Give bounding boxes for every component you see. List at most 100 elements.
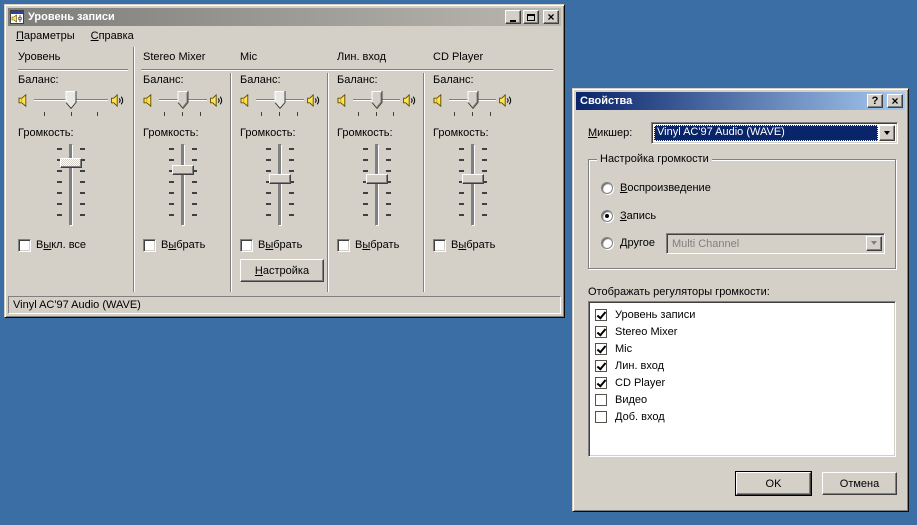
mixer-dropdown-button[interactable] (879, 125, 895, 141)
checkbox-label: Выкл. все (36, 239, 86, 251)
maximize-button[interactable] (523, 10, 539, 24)
speaker-loud-icon (403, 94, 416, 107)
balance-thumb[interactable] (66, 91, 77, 109)
radio-label: Другое (620, 237, 655, 249)
item-checkbox[interactable] (595, 411, 607, 423)
balance-slider[interactable] (328, 88, 424, 112)
maximize-icon (527, 14, 535, 21)
mixer-panel: Уровень Баланс: Громкость: (8, 45, 561, 294)
volume-thumb[interactable] (172, 165, 194, 175)
balance-label: Баланс: (231, 74, 328, 86)
volume-track[interactable] (181, 144, 185, 226)
volume-label: Громкость: (8, 127, 134, 139)
item-checkbox[interactable] (595, 309, 607, 321)
dialog-titlebar[interactable]: Свойства ? × (576, 92, 905, 110)
status-bar: Vinyl AC'97 Audio (WAVE) (8, 296, 561, 314)
volume-slider[interactable] (424, 144, 561, 228)
volume-track[interactable] (375, 144, 379, 226)
volume-slider[interactable] (8, 144, 134, 228)
balance-track[interactable] (353, 99, 400, 101)
select-row: Выбрать (328, 238, 424, 252)
column-separator (423, 73, 425, 292)
balance-label: Баланс: (328, 74, 424, 86)
volume-track[interactable] (278, 144, 282, 226)
volume-slider[interactable] (231, 144, 328, 228)
list-item[interactable]: Stereo Mixer (595, 323, 895, 340)
volume-track[interactable] (69, 144, 73, 226)
volume-ticks-left (459, 148, 464, 222)
mixer-channel-level: Уровень Баланс: Громкость: (8, 45, 134, 294)
menu-item-options[interactable]: Параметры (8, 27, 83, 45)
item-checkbox[interactable] (595, 326, 607, 338)
column-separator (230, 73, 232, 292)
volume-label: Громкость: (134, 127, 231, 139)
volume-controls-label: Отображать регуляторы громкости: (588, 286, 905, 298)
list-item[interactable]: Mic (595, 340, 895, 357)
radio-other[interactable] (601, 237, 613, 249)
balance-slider[interactable] (134, 88, 231, 112)
channel-title: Уровень (8, 45, 134, 63)
close-button[interactable]: × (543, 10, 559, 24)
radio-row-other: Другое Multi Channel (601, 235, 895, 251)
help-icon: ? (872, 96, 879, 107)
item-checkbox[interactable] (595, 360, 607, 372)
mixer-channel-line-in: Лин. вход Баланс: Громкость: (328, 45, 424, 294)
dialog-buttons: OK Отмена (736, 472, 897, 495)
volume-ticks-left (169, 148, 174, 222)
balance-thumb[interactable] (371, 91, 382, 109)
item-checkbox[interactable] (595, 343, 607, 355)
mixer-select[interactable]: Vinyl AC'97 Audio (WAVE) (651, 122, 898, 144)
balance-label: Баланс: (134, 74, 231, 86)
select-checkbox[interactable] (143, 239, 156, 252)
chevron-down-icon (871, 241, 877, 245)
select-checkbox[interactable] (240, 239, 253, 252)
volume-thumb[interactable] (366, 174, 388, 184)
balance-slider[interactable] (8, 88, 134, 112)
close-button[interactable]: × (887, 94, 903, 108)
balance-track[interactable] (34, 99, 108, 101)
volume-controls-list[interactable]: Уровень записи Stereo Mixer Mic Лин. вхо… (588, 301, 896, 457)
select-checkbox[interactable] (337, 239, 350, 252)
volume-thumb[interactable] (462, 174, 484, 184)
balance-slider[interactable] (231, 88, 328, 112)
item-checkbox[interactable] (595, 394, 607, 406)
window-titlebar[interactable]: Уровень записи × (8, 8, 561, 26)
list-item[interactable]: Доб. вход (595, 408, 895, 425)
volume-slider[interactable] (134, 144, 231, 228)
ok-button[interactable]: OK (736, 472, 811, 495)
radio-playback[interactable] (601, 182, 613, 194)
radio-recording[interactable] (601, 210, 613, 222)
volume-ticks-left (363, 148, 368, 222)
item-label: Доб. вход (615, 411, 665, 423)
balance-thumb[interactable] (467, 91, 478, 109)
help-button[interactable]: ? (867, 94, 883, 108)
select-checkbox[interactable] (433, 239, 446, 252)
volume-thumb[interactable] (269, 174, 291, 184)
volume-slider[interactable] (328, 144, 424, 228)
list-item[interactable]: CD Player (595, 374, 895, 391)
volume-thumb[interactable] (60, 158, 82, 168)
balance-track[interactable] (449, 99, 496, 101)
speaker-loud-icon (499, 94, 512, 107)
list-item[interactable]: Лин. вход (595, 357, 895, 374)
volume-label: Громкость: (424, 127, 561, 139)
minimize-button[interactable] (505, 10, 521, 24)
balance-thumb[interactable] (275, 91, 286, 109)
group-title: Настройка громкости (597, 153, 712, 165)
list-item[interactable]: Видео (595, 391, 895, 408)
balance-thumb[interactable] (178, 91, 189, 109)
other-dropdown-button (866, 236, 882, 251)
configure-button-label: Настройка (255, 265, 309, 277)
mute-all-checkbox[interactable] (18, 239, 31, 252)
configure-button[interactable]: Настройка (240, 259, 324, 282)
balance-track[interactable] (256, 99, 304, 101)
speaker-loud-icon (111, 94, 124, 107)
balance-track[interactable] (159, 99, 207, 101)
cancel-button[interactable]: Отмена (822, 472, 897, 495)
list-item[interactable]: Уровень записи (595, 306, 895, 323)
menu-item-help[interactable]: Справка (83, 27, 142, 45)
item-checkbox[interactable] (595, 377, 607, 389)
volume-track[interactable] (471, 144, 475, 226)
checkbox-label: Выбрать (451, 239, 495, 251)
balance-slider[interactable] (424, 88, 561, 112)
